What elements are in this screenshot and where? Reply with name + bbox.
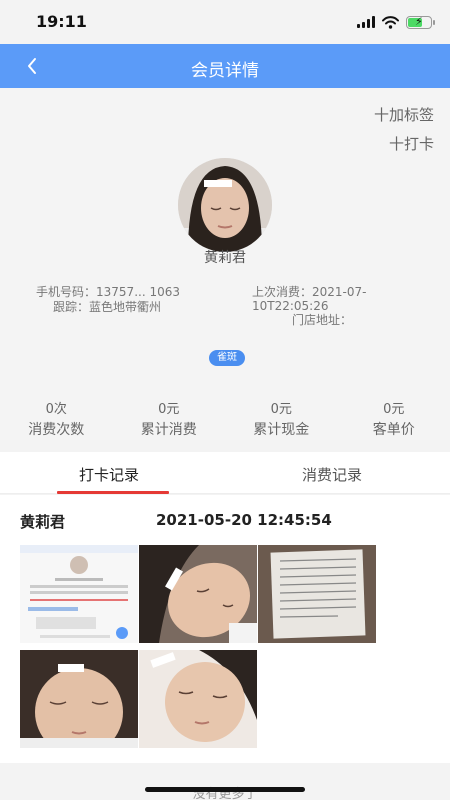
stat-value: 0元 xyxy=(383,402,405,417)
status-bar: 19:11 ⚡ xyxy=(0,0,450,44)
member-profile: 十加标签 十打卡 黄莉君 手机号码：13757... 1063 跟踪：蓝色地带衢… xyxy=(0,88,450,440)
stat-item: 0次 消费次数 xyxy=(0,398,113,439)
contact-info: 手机号码：13757... 1063 跟踪：蓝色地带衢州 xyxy=(36,285,216,314)
page-title: 会员详情 xyxy=(191,61,259,81)
avatar xyxy=(178,158,272,252)
stat-label: 消费次数 xyxy=(28,422,85,438)
tag-badge: 雀斑 xyxy=(209,350,245,366)
stats-row: 0次 消费次数 0元 累计消费 0元 累计现金 0元 客单价 xyxy=(0,398,450,439)
record-photo[interactable] xyxy=(258,545,376,643)
stat-item: 0元 累计消费 xyxy=(113,398,226,439)
tab-check-in-records[interactable]: 打卡记录 xyxy=(79,464,139,485)
battery-icon: ⚡ xyxy=(406,15,435,29)
stat-value: 0次 xyxy=(45,402,67,417)
check-in-button[interactable]: 十打卡 xyxy=(389,133,434,154)
follow-value: 蓝色地带衢州 xyxy=(89,300,162,314)
stat-item: 0元 客单价 xyxy=(338,398,450,439)
stat-label: 累计消费 xyxy=(140,422,197,438)
home-indicator[interactable] xyxy=(145,787,305,792)
add-tag-button[interactable]: 十加标签 xyxy=(374,104,434,125)
store-address-label: 门店地址： xyxy=(292,313,353,327)
record-name: 黄莉君 xyxy=(20,513,66,531)
record-photo[interactable] xyxy=(139,650,257,748)
record-time: 2021-05-20 12:45:54 xyxy=(156,511,332,529)
record-photo[interactable] xyxy=(20,650,138,748)
record-tabs: 打卡记录 消费记录 xyxy=(0,452,450,494)
wifi-icon xyxy=(382,15,399,29)
active-tab-indicator xyxy=(57,491,169,494)
last-consume-label: 上次消费： xyxy=(252,285,313,299)
status-icons: ⚡ xyxy=(357,14,435,30)
stat-value: 0元 xyxy=(270,402,292,417)
check-in-record: 黄莉君 2021-05-20 12:45:54 xyxy=(0,495,450,763)
phone-label: 手机号码： xyxy=(36,285,97,299)
cellular-signal-icon xyxy=(357,16,375,28)
member-name: 黄莉君 xyxy=(204,250,246,266)
stat-label: 累计现金 xyxy=(253,422,310,438)
navigation-bar: 会员详情 xyxy=(0,44,450,88)
record-photo[interactable] xyxy=(20,545,138,643)
phone-value: 13757... 1063 xyxy=(96,285,180,299)
stat-value: 0元 xyxy=(158,402,180,417)
tab-consumption-records[interactable]: 消费记录 xyxy=(302,464,362,485)
consumption-info: 上次消费：2021-07-10T22:05:26 门店地址： xyxy=(252,285,422,327)
status-time: 19:11 xyxy=(36,12,87,31)
record-photo[interactable] xyxy=(139,545,257,643)
stat-label: 客单价 xyxy=(372,422,415,438)
stat-item: 0元 累计现金 xyxy=(225,398,338,439)
follow-label: 跟踪： xyxy=(53,300,90,314)
